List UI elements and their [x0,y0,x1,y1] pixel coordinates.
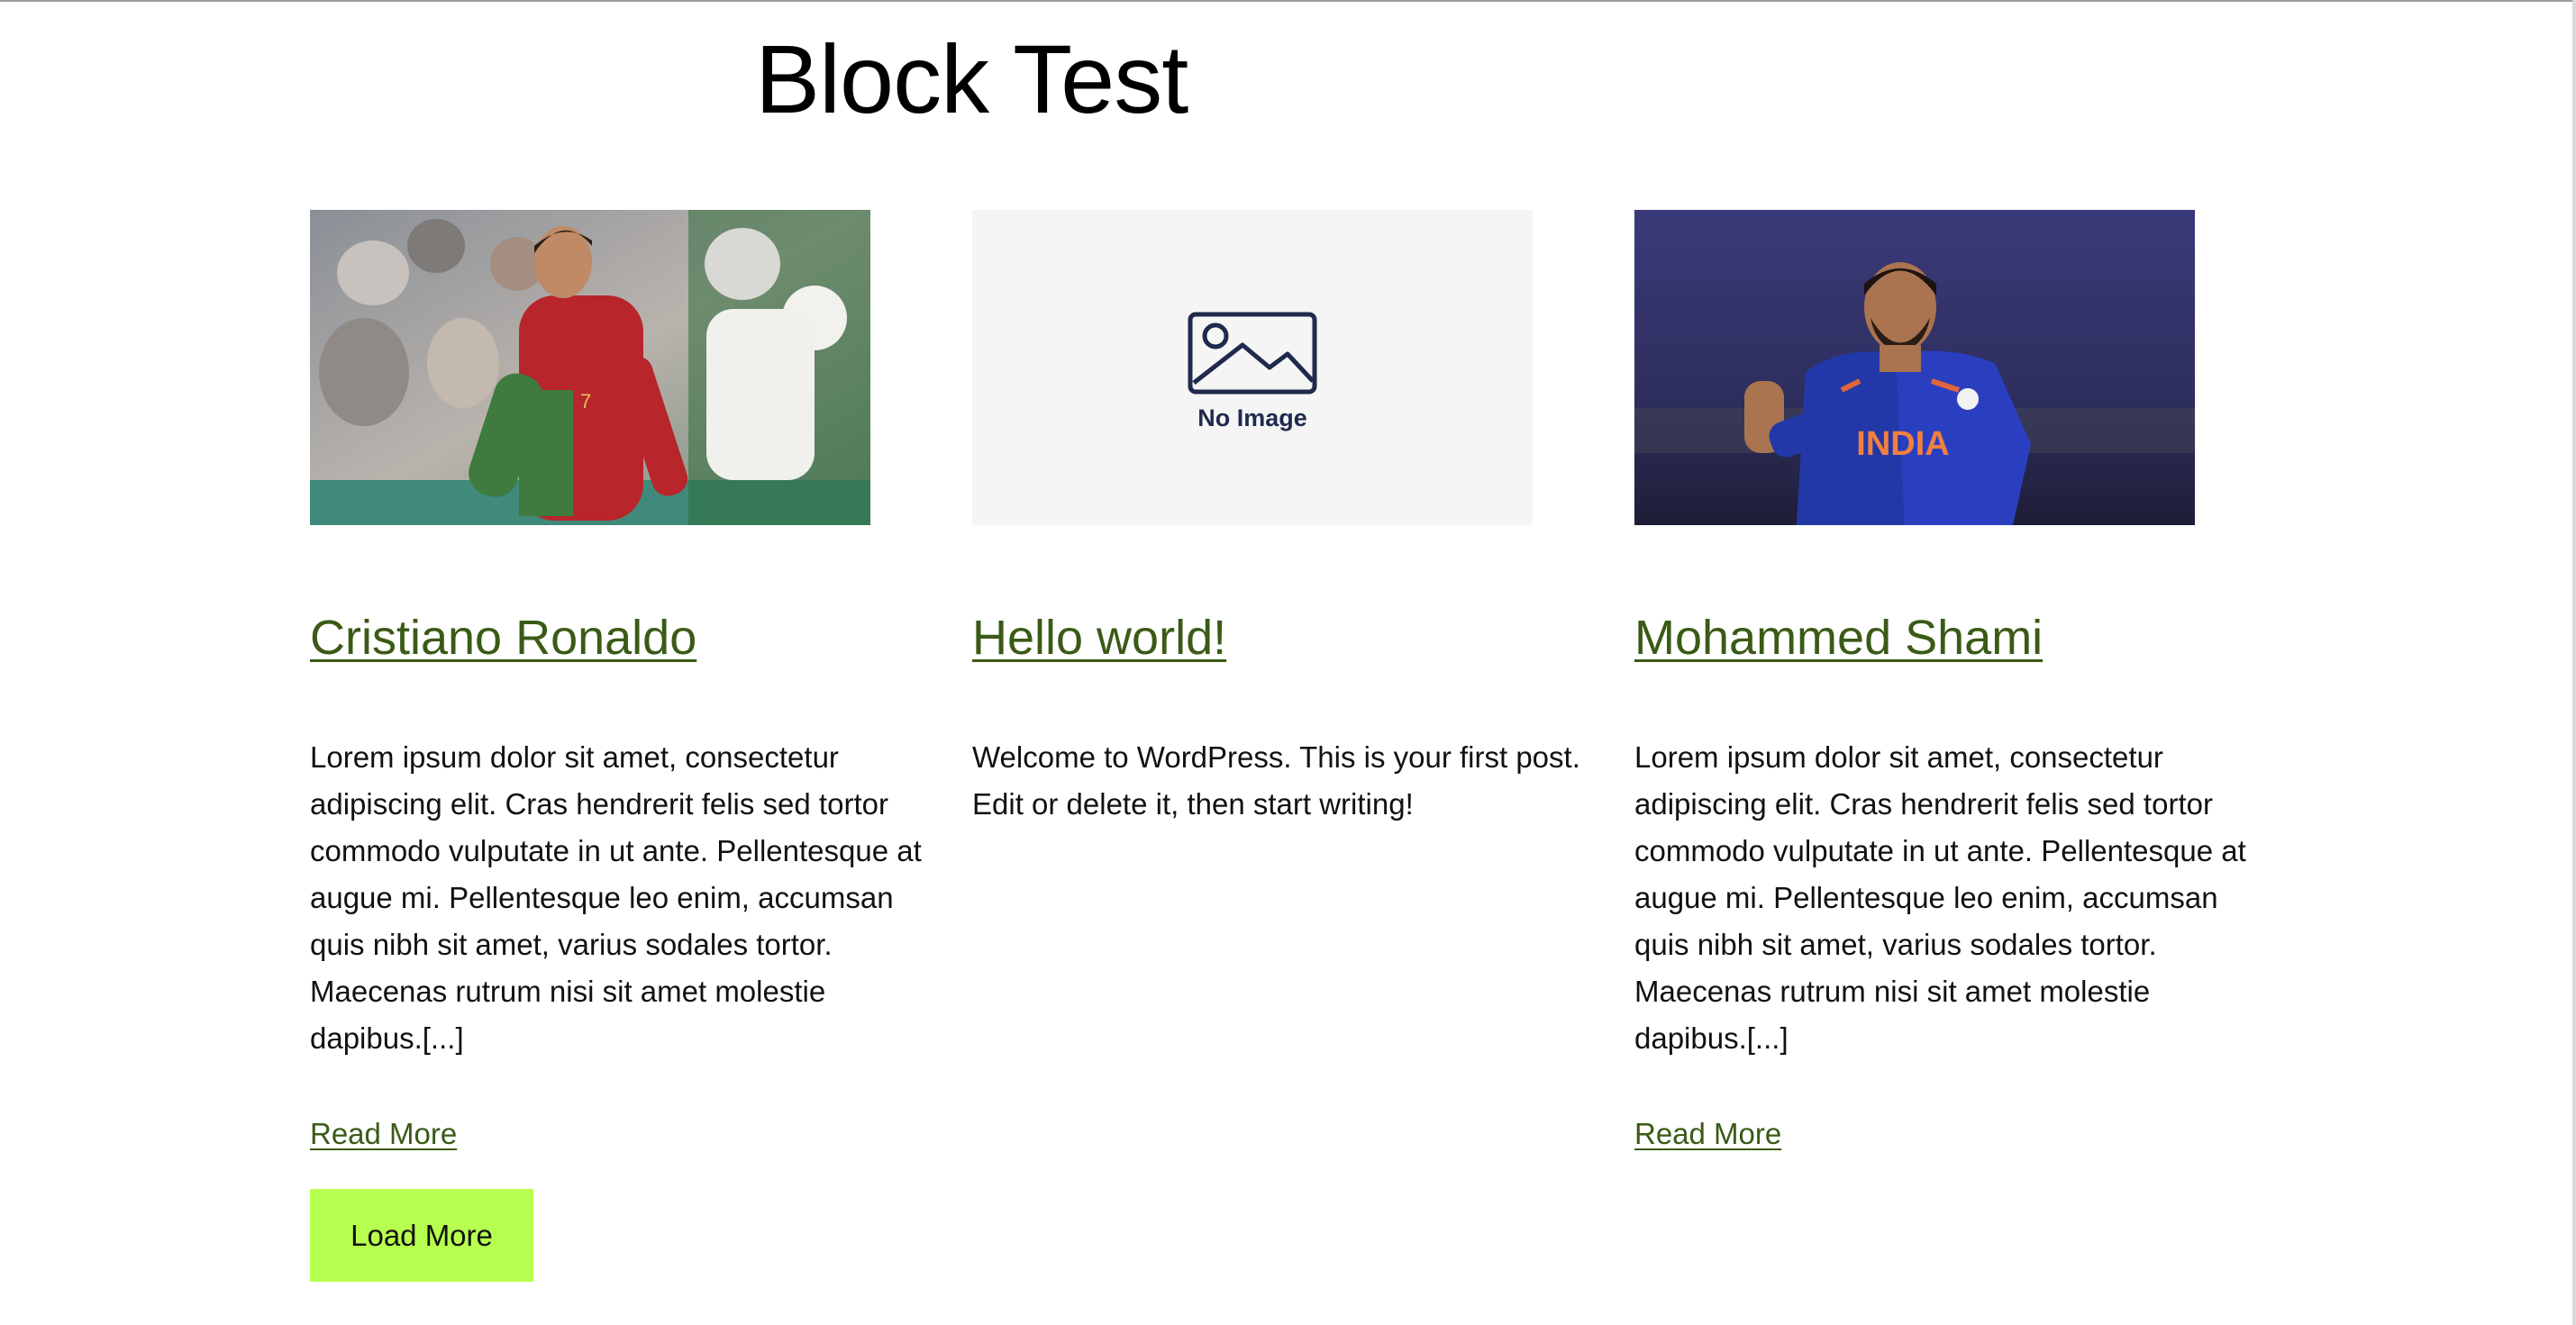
post-title-link[interactable]: Hello world! [972,611,1226,665]
post-thumbnail-link[interactable]: 7 [310,210,870,525]
page-title: Block Test [755,24,1188,133]
svg-text:7: 7 [580,390,591,413]
post-title-link[interactable]: Cristiano Ronaldo [310,611,696,665]
post-thumbnail-link[interactable]: INDIA [1634,210,2195,525]
post-card: 7 Cristiano Ronaldo Lorem ipsum dolor si… [310,210,932,1150]
post-card: No Image Hello world! Welcome to WordPre… [972,210,1594,821]
footballer-photo: 7 [310,210,870,525]
no-image-label: No Image [1197,404,1307,431]
post-title-link[interactable]: Mohammed Shami [1634,611,2043,665]
post-grid: 7 Cristiano Ronaldo Lorem ipsum dolor si… [310,210,2265,1201]
post-card: INDIA Mohammed Shami Lorem ipsum dolor s… [1634,210,2256,1150]
cricketer-photo: INDIA [1634,210,2195,525]
post-excerpt: Welcome to WordPress. This is your first… [972,740,1580,821]
post-excerpt: Lorem ipsum dolor sit amet, consectetur … [1634,740,2246,1055]
window-top-edge [0,0,2576,2]
post-title: Hello world! [972,606,1226,669]
jersey-text: INDIA [1856,425,1949,463]
post-title: Cristiano Ronaldo [310,606,696,669]
post-title: Mohammed Shami [1634,606,2043,669]
window-scrollbar-track[interactable] [2572,0,2576,1325]
post-thumbnail-link[interactable]: No Image [972,210,1533,525]
no-image-placeholder: No Image [972,210,1533,525]
read-more-link[interactable]: Read More [310,1111,457,1157]
post-excerpt: Lorem ipsum dolor sit amet, consectetur … [310,740,922,1055]
load-more-button[interactable]: Load More [310,1189,533,1282]
read-more-link[interactable]: Read More [1634,1111,1781,1157]
